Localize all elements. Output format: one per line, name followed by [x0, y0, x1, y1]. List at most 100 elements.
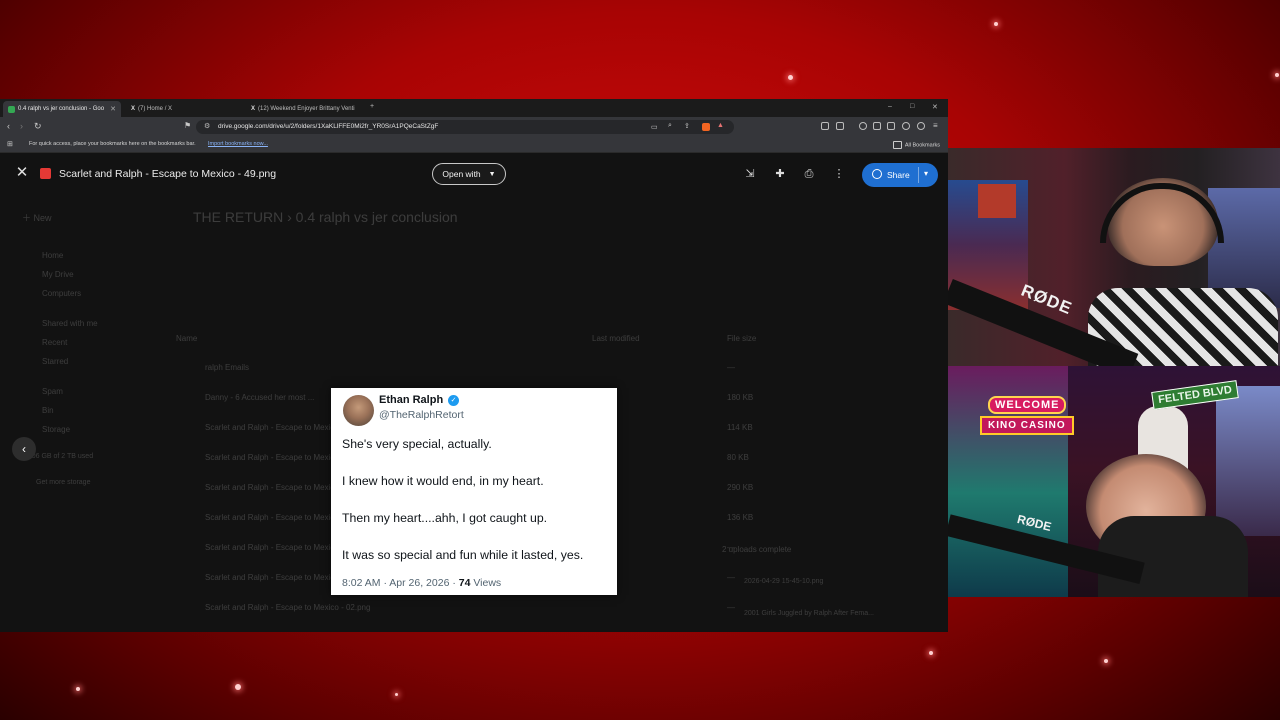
drive-favicon-icon — [8, 105, 15, 113]
tab-x-post[interactable]: X (12) Weekend Enjoyer Brittany Venti — [246, 101, 364, 117]
sidebar-item-spam: Spam — [42, 387, 63, 396]
cast-icon[interactable]: ▭ — [651, 123, 658, 131]
reload-icon[interactable]: ↻ — [34, 121, 42, 132]
spark — [1104, 659, 1108, 663]
sidebar-icon[interactable] — [873, 122, 881, 130]
zoom-icon[interactable]: ⌕ — [668, 122, 672, 130]
previous-file-button[interactable]: ‹ — [12, 437, 36, 461]
upload-item: 2001 Girls Juggled by Ralph After Fema..… — [744, 610, 874, 617]
tweet-views-label: Views — [470, 577, 502, 589]
column-size: File size — [727, 334, 757, 343]
casino-sign: KINO CASINO — [980, 416, 1074, 435]
extension-icon[interactable] — [821, 122, 829, 130]
extensions-puzzle-icon[interactable] — [902, 122, 910, 130]
tower-backdrop — [1216, 386, 1280, 536]
tab-title: (7) Home / X — [138, 106, 173, 112]
x-logo-icon: X — [131, 106, 136, 112]
print-icon[interactable]: ⎙ — [802, 167, 816, 181]
tweet-author-name: Ethan Ralph — [379, 394, 444, 406]
import-bookmarks-link[interactable]: Import bookmarks now... — [208, 141, 268, 147]
tweet-views-count: 74 — [458, 577, 471, 589]
column-modified: Last modified — [592, 334, 640, 343]
avatar — [343, 395, 374, 426]
file-name: Scarlet and Ralph - Escape to Mexico - 4… — [59, 168, 277, 180]
back-icon[interactable]: ‹ — [7, 121, 10, 131]
forward-icon[interactable]: › — [20, 121, 23, 131]
file-row-name: Scarlet and Ralph - Escape to Mexico - 0… — [205, 603, 371, 612]
share-page-icon[interactable]: ⇪ — [684, 122, 690, 130]
all-bookmarks-button[interactable]: All Bookmarks — [892, 141, 940, 149]
globe-icon — [872, 169, 882, 179]
tweet-text-line: I knew how it would end, in my heart. — [342, 474, 544, 488]
welcome-sign: WELCOME — [988, 396, 1067, 414]
spark — [994, 22, 998, 26]
rewards-icon[interactable]: ▲ — [717, 122, 724, 129]
open-with-button[interactable]: Open with ▼ — [432, 163, 506, 185]
headphones — [1100, 183, 1224, 243]
new-button: ＋ New — [22, 213, 52, 223]
upload-item: 2026-04-29 15-45-10.png — [744, 578, 824, 585]
viewer-header: ✕ Scarlet and Ralph - Escape to Mexico -… — [0, 153, 948, 197]
minimize-icon[interactable]: – — [888, 103, 892, 110]
get-storage-button: Get more storage — [36, 479, 91, 486]
tweet-author-handle: @TheRalphRetort — [379, 409, 464, 421]
bookmarks-bar: ⊞ For quick access, place your bookmarks… — [0, 137, 948, 153]
sidebar-item-recent: Recent — [42, 338, 68, 347]
image-file-icon — [40, 168, 51, 179]
divider — [918, 167, 919, 183]
tab-x-home[interactable]: X (7) Home / X — [126, 101, 244, 117]
add-comment-icon[interactable]: ✚ — [773, 167, 787, 181]
close-tab-icon[interactable]: ✕ — [110, 105, 116, 113]
omnibox[interactable]: ⚙ drive.google.com/drive/u/2/folders/1Xa… — [196, 120, 734, 134]
verified-badge-icon: ✓ — [448, 395, 459, 406]
sidebar-item-computers: Computers — [42, 289, 82, 298]
menu-icon[interactable]: ≡ — [933, 121, 938, 130]
spark — [76, 687, 80, 691]
share-label: Share — [887, 170, 910, 180]
bookmark-icon[interactable]: ⚑ — [184, 121, 191, 130]
tab-drive[interactable]: 0.4 ralph vs jer conclusion - Goo ✕ — [3, 101, 121, 117]
brave-shield-icon[interactable] — [702, 123, 710, 131]
file-row-size: — — [727, 603, 735, 612]
more-options-icon[interactable]: ⋮ — [832, 167, 846, 181]
file-row-size: 180 KB — [727, 393, 754, 402]
site-info-icon[interactable]: ⚙ — [204, 122, 210, 130]
open-with-label: Open with — [442, 169, 481, 179]
file-row-size: 80 KB — [727, 453, 749, 462]
file-row-size: 114 KB — [727, 423, 753, 432]
game-box — [978, 184, 1016, 218]
sidebar-item-home: Home — [42, 251, 64, 260]
uploads-panel-title: 2 uploads complete — [722, 545, 792, 554]
share-button[interactable]: Share ▾ — [862, 163, 938, 187]
close-viewer-icon[interactable]: ✕ — [14, 165, 30, 181]
spark — [395, 693, 398, 696]
column-name: Name — [176, 334, 198, 343]
media-icon[interactable] — [859, 122, 867, 130]
dropdown-arrow-icon: ▼ — [488, 170, 496, 178]
x-logo-icon: X — [251, 106, 256, 112]
tweet-timestamp: 8:02 AM · Apr 26, 2026 · — [342, 577, 459, 589]
spark — [1275, 73, 1279, 77]
tab-search-icon[interactable] — [887, 122, 895, 130]
address-bar-row: ‹ › ↻ ⚑ ⚙ drive.google.com/drive/u/2/fol… — [0, 117, 948, 137]
bookmarks-hint: For quick access, place your bookmarks h… — [29, 141, 196, 147]
tab-title: (12) Weekend Enjoyer Brittany Venti — [258, 106, 355, 112]
tab-strip: 0.4 ralph vs jer conclusion - Goo ✕ X (7… — [0, 99, 948, 117]
add-to-folder-icon[interactable]: ⇲ — [743, 167, 757, 181]
sidebar-item-bin: Bin — [42, 406, 54, 415]
dropdown-arrow-icon[interactable]: ▾ — [924, 169, 928, 178]
file-row-size: — — [727, 363, 735, 372]
wallet-icon[interactable] — [917, 122, 925, 130]
file-row-size: 290 KB — [727, 483, 754, 492]
apps-grid-icon[interactable]: ⊞ — [7, 140, 13, 148]
tab-title: 0.4 ralph vs jer conclusion - Goo — [18, 106, 105, 112]
close-window-icon[interactable]: ✕ — [932, 103, 938, 111]
new-tab-icon[interactable]: + — [370, 103, 374, 110]
sidebar-item-my-drive: My Drive — [42, 270, 74, 279]
tweet-image: Ethan Ralph ✓ @TheRalphRetort She's very… — [331, 388, 617, 595]
extension-icon[interactable] — [836, 122, 844, 130]
maximize-icon[interactable]: □ — [910, 103, 914, 110]
browser-window: 0.4 ralph vs jer conclusion - Goo ✕ X (7… — [0, 99, 948, 632]
tweet-text-line: Then my heart....ahh, I got caught up. — [342, 511, 548, 525]
breadcrumb: THE RETURN › 0.4 ralph vs jer conclusion — [193, 209, 458, 225]
